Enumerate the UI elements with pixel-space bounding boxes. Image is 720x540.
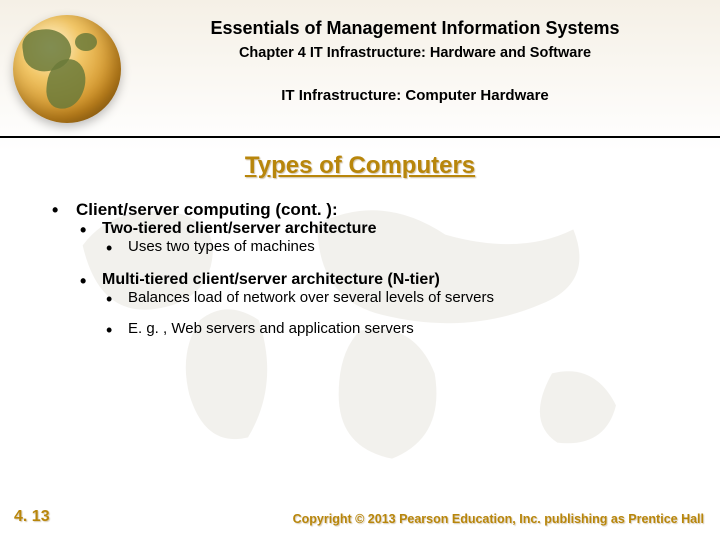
slide-title: Types of Computers — [0, 152, 720, 180]
slide-header: Essentials of Management Information Sys… — [130, 18, 700, 104]
bullet-heading: Client/server computing (cont. ): Two-ti… — [48, 200, 690, 337]
bullet-heading-text: Client/server computing (cont. ): — [76, 200, 338, 219]
list-item: Two-tiered client/server architecture Us… — [76, 220, 690, 255]
list-item-label: Balances load of network over several le… — [128, 289, 494, 306]
slide-number: 4. 13 — [14, 508, 50, 526]
list-item: Balances load of network over several le… — [102, 289, 690, 306]
list-item: Uses two types of machines — [102, 238, 690, 255]
copyright-text: Copyright © 2013 Pearson Education, Inc.… — [293, 512, 704, 526]
horizontal-rule — [0, 136, 720, 138]
slide-content: Client/server computing (cont. ): Two-ti… — [48, 200, 690, 355]
list-item-label: Uses two types of machines — [128, 238, 315, 255]
globe-icon — [8, 10, 126, 128]
list-item-label: E. g. , Web servers and application serv… — [128, 320, 414, 337]
list-item-label: Multi-tiered client/server architecture … — [102, 271, 440, 288]
chapter-label: Chapter 4 IT Infrastructure: Hardware an… — [130, 45, 700, 61]
list-item: E. g. , Web servers and application serv… — [102, 320, 690, 337]
list-item-label: Two-tiered client/server architecture — [102, 220, 376, 237]
section-label: IT Infrastructure: Computer Hardware — [130, 87, 700, 104]
book-title: Essentials of Management Information Sys… — [130, 18, 700, 39]
list-item: Multi-tiered client/server architecture … — [76, 271, 690, 337]
